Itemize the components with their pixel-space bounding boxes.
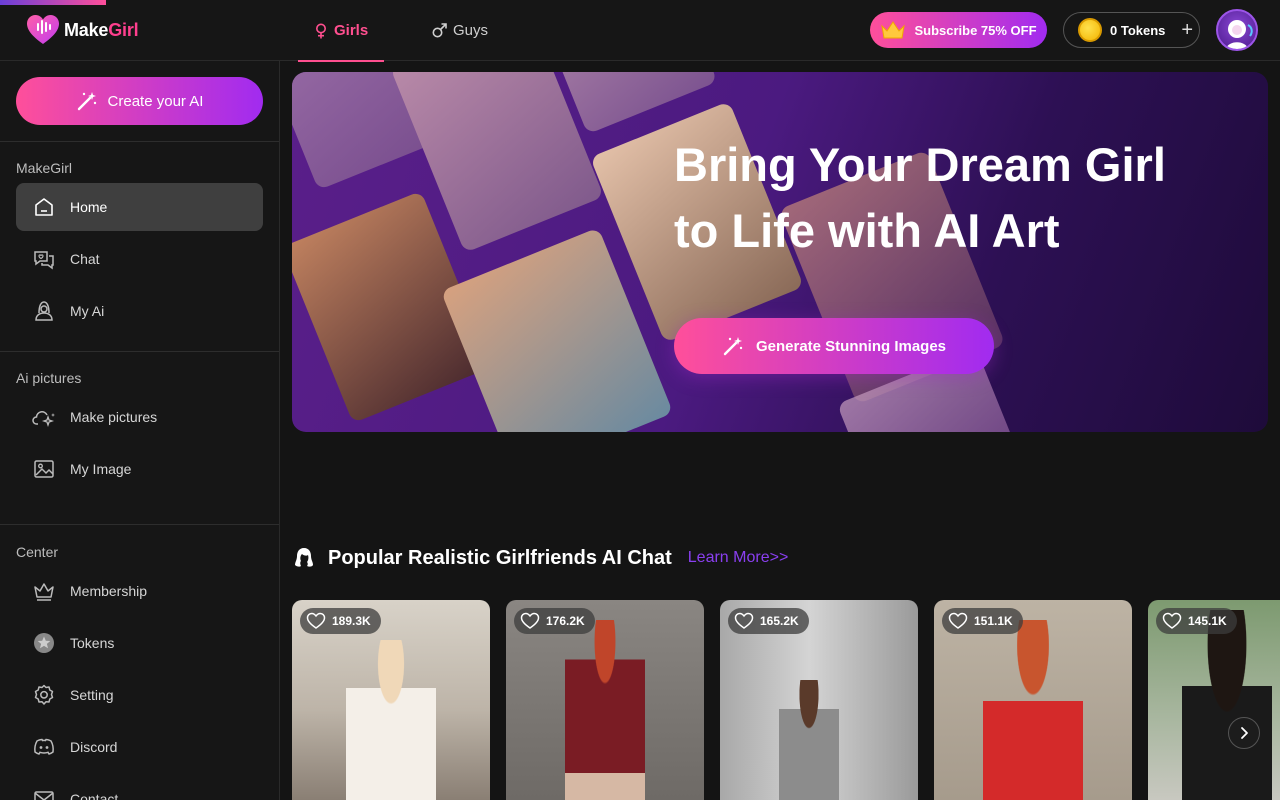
sidebar-item-my-ai[interactable]: My Ai: [16, 287, 263, 335]
sidebar-item-label: Setting: [70, 687, 114, 703]
sidebar-item-label: Contact: [70, 791, 119, 800]
male-symbol-icon: [432, 23, 447, 38]
sidebar-item-chat[interactable]: Chat: [16, 235, 263, 283]
sidebar-item-membership[interactable]: Membership: [16, 567, 263, 615]
crown-icon: [34, 583, 54, 601]
like-count: 165.2K: [760, 614, 799, 628]
character-image: [983, 620, 1083, 800]
heart-logo-icon: [27, 15, 59, 44]
heart-outline-icon: [948, 612, 968, 629]
generate-images-label: Generate Stunning Images: [755, 337, 947, 355]
popular-section-header: Popular Realistic Girlfriends AI Chat Le…: [292, 542, 788, 574]
sidebar-divider: [0, 524, 279, 525]
top-bar: MakeGirl Girls Guys Subscribe 75% OFF 0 …: [0, 0, 1280, 62]
sidebar-item-label: My Ai: [70, 303, 105, 319]
sidebar-item-make-pictures[interactable]: Make pictures: [16, 393, 263, 441]
character-image: [1182, 610, 1273, 800]
create-ai-button[interactable]: Create your AI: [16, 77, 263, 125]
like-badge[interactable]: 145.1K: [1156, 608, 1237, 634]
tokens-label: 0 Tokens: [1110, 22, 1166, 38]
discord-icon: [34, 738, 54, 755]
sidebar-item-label: Make pictures: [70, 409, 158, 425]
sidebar-item-label: My Image: [70, 461, 132, 477]
character-image: [779, 680, 840, 800]
gear-icon: [34, 684, 54, 705]
tab-guys-label: Guys: [453, 22, 489, 39]
add-tokens-icon[interactable]: +: [1181, 19, 1193, 42]
sidebar-item-label: Membership: [70, 583, 148, 599]
create-ai-label: Create your AI: [107, 92, 204, 110]
sidebar-item-label: Discord: [70, 739, 118, 755]
female-symbol-icon: [316, 23, 326, 38]
like-badge[interactable]: 151.1K: [942, 608, 1023, 634]
like-badge[interactable]: 176.2K: [514, 608, 595, 634]
like-count: 151.1K: [974, 614, 1013, 628]
magic-wand-icon: [77, 92, 96, 111]
like-count: 176.2K: [546, 614, 585, 628]
like-count: 145.1K: [1188, 614, 1227, 628]
like-badge[interactable]: 165.2K: [728, 608, 809, 634]
sidebar-item-home[interactable]: Home: [16, 183, 263, 231]
character-card[interactable]: 145.1K: [1148, 600, 1280, 800]
magic-cloud-icon: [32, 411, 55, 428]
sidebar-item-my-image[interactable]: My Image: [16, 445, 263, 493]
subscribe-button[interactable]: Subscribe 75% OFF: [870, 12, 1047, 48]
user-avatar[interactable]: [1216, 9, 1258, 51]
sidebar-item-setting[interactable]: Setting: [16, 671, 263, 719]
heart-outline-icon: [306, 612, 326, 629]
character-card[interactable]: 176.2K: [506, 600, 704, 800]
heart-outline-icon: [1162, 612, 1182, 629]
tab-girls[interactable]: Girls: [297, 0, 385, 62]
tokens-button[interactable]: 0 Tokens +: [1063, 12, 1200, 48]
tab-girls-label: Girls: [334, 22, 369, 39]
like-badge[interactable]: 189.3K: [300, 608, 381, 634]
tab-guys[interactable]: Guys: [432, 0, 488, 61]
sidebar-item-contact[interactable]: Contact: [16, 775, 263, 800]
learn-more-link[interactable]: Learn More>>: [688, 549, 789, 567]
section-title-ai-pictures: Ai pictures: [16, 370, 82, 386]
sidebar-item-label: Chat: [70, 251, 100, 267]
chevron-right-icon: [1241, 727, 1248, 739]
chat-icon: [34, 251, 54, 270]
my-ai-icon: [35, 301, 53, 321]
section-title-makegirl: MakeGirl: [16, 160, 73, 176]
heart-outline-icon: [734, 612, 754, 629]
sidebar-divider: [0, 351, 279, 352]
brand-name: MakeGirl: [64, 19, 139, 40]
top-accent-line: [0, 0, 106, 5]
character-image: [346, 640, 436, 800]
hero-title: Bring Your Dream Girl to Life with AI Ar…: [674, 138, 1166, 257]
sidebar-item-label: Home: [70, 199, 108, 215]
subscribe-label: Subscribe 75% OFF: [914, 22, 1037, 38]
star-coin-icon: [34, 633, 54, 653]
carousel-next-button[interactable]: [1228, 717, 1260, 749]
logo[interactable]: MakeGirl: [26, 14, 139, 46]
image-icon: [34, 460, 54, 478]
character-image: [565, 620, 645, 800]
sidebar-item-label: Tokens: [70, 635, 115, 651]
section-title: Popular Realistic Girlfriends AI Chat: [328, 546, 672, 569]
sidebar-item-tokens[interactable]: Tokens: [16, 619, 263, 667]
girl-silhouette-icon: [295, 548, 313, 567]
sidebar-divider: [0, 141, 279, 142]
hero-banner: Bring Your Dream Girl to Life with AI Ar…: [292, 72, 1268, 432]
section-title-center: Center: [16, 544, 59, 560]
generate-images-button[interactable]: Generate Stunning Images: [674, 318, 994, 374]
magic-wand-icon: [723, 337, 743, 356]
heart-outline-icon: [520, 612, 540, 629]
character-card[interactable]: 151.1K: [934, 600, 1132, 800]
character-card[interactable]: 165.2K: [720, 600, 918, 800]
sidebar-item-discord[interactable]: Discord: [16, 723, 263, 771]
coin-icon: [1078, 18, 1102, 42]
home-icon: [35, 198, 53, 216]
mail-icon: [34, 791, 54, 800]
character-card[interactable]: 189.3K: [292, 600, 490, 800]
crown-icon: [881, 21, 906, 39]
sidebar: Create your AI MakeGirl Home Chat My Ai …: [0, 61, 280, 800]
like-count: 189.3K: [332, 614, 371, 628]
avatar-icon: [1226, 20, 1253, 49]
